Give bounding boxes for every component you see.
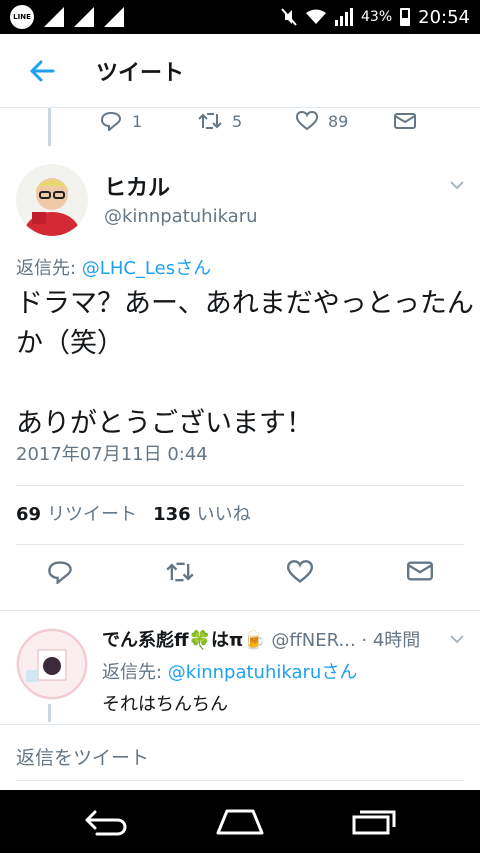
main-tweet-actions xyxy=(0,560,480,584)
signal-icon xyxy=(104,7,124,27)
thread-line xyxy=(48,704,51,722)
reply-header: でん系彪ff🍀はπ🍺 @ffNER... · 4時間 xyxy=(102,626,420,652)
heart-icon xyxy=(296,111,318,131)
chevron-down-icon[interactable] xyxy=(448,176,466,194)
nav-back-icon[interactable] xyxy=(83,808,129,836)
reply-to-link[interactable]: @LHC_Lesさん xyxy=(82,258,211,279)
divider xyxy=(0,610,480,611)
like-stat-count: 136 xyxy=(153,504,191,525)
android-nav-bar xyxy=(0,790,480,853)
reply-compose-input[interactable]: 返信をツイート xyxy=(16,743,149,770)
cell-signal-icon xyxy=(335,8,353,26)
retweet-button[interactable] xyxy=(120,560,240,584)
prev-like-count: 89 xyxy=(328,111,349,131)
battery-icon xyxy=(400,8,411,26)
reply-avatar[interactable] xyxy=(16,628,88,700)
divider xyxy=(16,485,464,486)
signal-icon xyxy=(74,7,94,27)
wifi-icon xyxy=(306,9,326,24)
reply-user-name[interactable]: でん系彪ff🍀はπ🍺 xyxy=(102,630,266,651)
reply-text: それはちんちん xyxy=(102,694,228,715)
avatar[interactable] xyxy=(16,164,88,236)
clock: 20:54 xyxy=(418,6,470,28)
dm-button[interactable] xyxy=(360,560,480,584)
previous-tweet-actions: 1 5 89 xyxy=(0,108,480,146)
divider xyxy=(16,780,464,781)
mute-icon xyxy=(281,8,297,26)
reply-time: · 4時間 xyxy=(361,630,421,651)
divider xyxy=(16,544,464,545)
nav-recents-icon[interactable] xyxy=(351,809,397,835)
thread-line xyxy=(48,108,51,146)
chevron-down-icon[interactable] xyxy=(448,630,466,648)
retweet-icon xyxy=(166,562,194,582)
reply-user-handle[interactable]: @ffNER... xyxy=(271,630,355,651)
prev-retweet-button[interactable]: 5 xyxy=(198,111,296,131)
divider xyxy=(0,724,480,725)
signal-icon xyxy=(44,7,64,27)
prev-reply-count: 1 xyxy=(132,111,143,131)
reply-tweet[interactable]: でん系彪ff🍀はπ🍺 @ffNER... · 4時間 返信先: @kinnpat… xyxy=(0,612,480,722)
reply-to-label: 返信先: xyxy=(102,662,168,683)
user-name[interactable]: ヒカル xyxy=(104,170,170,202)
nav-home-icon[interactable] xyxy=(215,809,265,835)
reply-to-line: 返信先: @LHC_Lesさん xyxy=(16,254,211,280)
retweet-stat[interactable]: 69 リツイート xyxy=(16,500,137,526)
mail-icon xyxy=(394,113,416,129)
battery-percent: 43% xyxy=(361,9,393,25)
tweet-text-line: ドラマ？あー、あれまだやっとったんか（笑） xyxy=(16,288,474,359)
prev-retweet-count: 5 xyxy=(232,111,243,131)
app-bar: ツイート xyxy=(0,34,480,108)
heart-icon xyxy=(287,560,313,583)
tweet-stats: 69 リツイート 136 いいね xyxy=(16,500,251,526)
retweet-stat-label: リツイート xyxy=(47,504,138,525)
prev-reply-button[interactable]: 1 xyxy=(100,111,198,131)
line-app-icon: LINE xyxy=(10,5,34,29)
tweet-timestamp: 2017年07月11日 0:44 xyxy=(16,444,208,465)
like-button[interactable] xyxy=(240,560,360,584)
like-stat[interactable]: 136 いいね xyxy=(153,500,251,526)
reply-reply-to: 返信先: @kinnpatuhikaruさん xyxy=(102,658,357,684)
mail-icon xyxy=(407,561,433,581)
reply-to-label: 返信先: xyxy=(16,258,82,279)
back-arrow-icon[interactable] xyxy=(22,51,62,91)
page-title: ツイート xyxy=(96,60,185,86)
reply-icon xyxy=(48,561,72,584)
reply-to-link[interactable]: @kinnpatuhikaruさん xyxy=(168,662,358,683)
prev-dm-button[interactable] xyxy=(394,112,480,130)
reply-button[interactable] xyxy=(0,560,120,584)
status-bar: LINE 43% 20:54 xyxy=(0,0,480,34)
retweet-stat-count: 69 xyxy=(16,504,42,525)
retweet-icon xyxy=(198,113,222,129)
tweet-text-line: ありがとうございます！ xyxy=(16,408,313,439)
user-handle[interactable]: @kinnpatuhikaru xyxy=(104,206,258,227)
like-stat-label: いいね xyxy=(196,504,251,525)
reply-icon xyxy=(100,111,122,131)
prev-like-button[interactable]: 89 xyxy=(296,111,394,131)
